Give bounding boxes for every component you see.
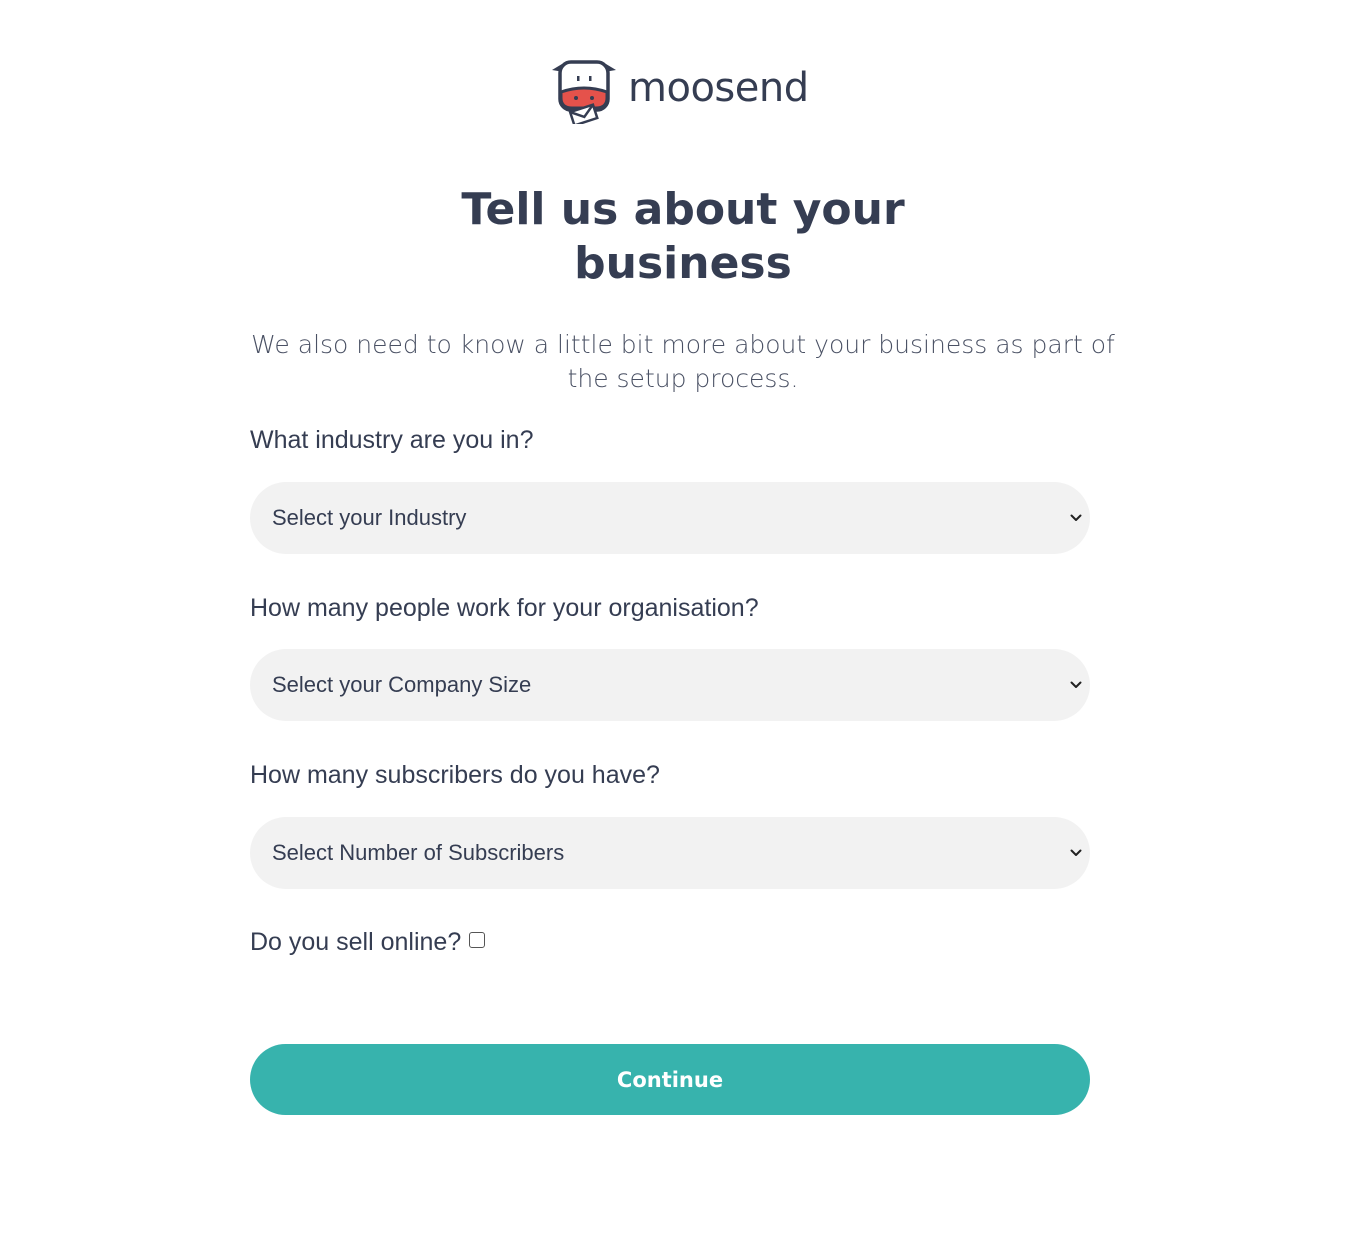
sell-online-checkbox[interactable] [469,931,486,948]
cow-mascot-icon [548,56,620,124]
page-subtitle: We also need to know a little bit more a… [251,330,1115,393]
company-size-select-value: Select your Company Size [272,672,532,697]
chevron-down-icon [1068,677,1084,693]
company-size-select[interactable]: Select your Company Size [250,649,1090,721]
sell-online-label: Do you sell online? [250,928,462,956]
subscribers-label: How many subscribers do you have? [250,761,660,789]
company-size-label: How many people work for your organisati… [250,594,759,622]
industry-label: What industry are you in? [250,426,534,454]
continue-button[interactable]: Continue [250,1044,1090,1115]
chevron-down-icon [1068,510,1084,526]
industry-select-value: Select your Industry [272,505,467,530]
chevron-down-icon [1068,845,1084,861]
sell-online-row: Do you sell online? [250,928,486,957]
industry-select[interactable]: Select your Industry [250,482,1090,554]
page-title: Tell us about your business [461,184,905,289]
brand-name: moosend [628,65,809,111]
subscribers-select-value: Select Number of Subscribers [272,840,565,865]
subscribers-select[interactable]: Select Number of Subscribers [250,817,1090,889]
moosend-logo[interactable]: moosend [548,56,809,124]
